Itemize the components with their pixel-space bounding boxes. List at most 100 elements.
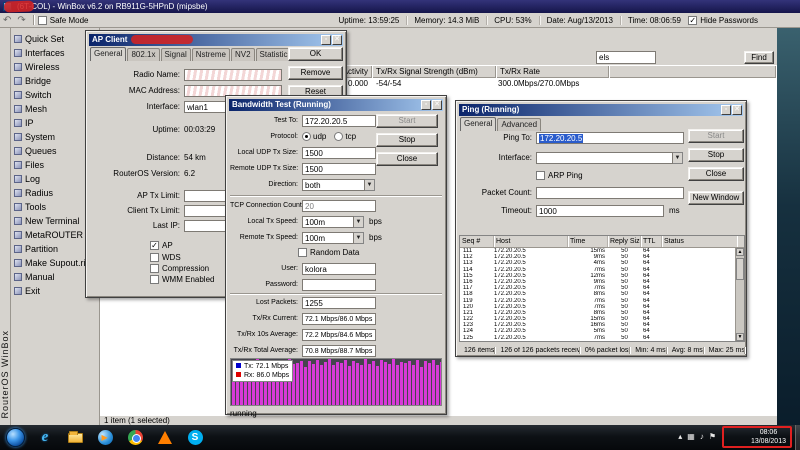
dialog-titlebar[interactable]: AP Client ▫ ✕	[89, 34, 343, 46]
dropdown-arrow-icon[interactable]: ▼	[364, 179, 375, 191]
dropdown-arrow-icon[interactable]: ▼	[353, 216, 364, 228]
dialog-titlebar[interactable]: Ping (Running) ▫ ✕	[459, 104, 743, 116]
media-player-icon[interactable]: ▶	[94, 428, 116, 447]
field-label: Radio Name:	[90, 70, 180, 79]
chrome-icon[interactable]	[124, 428, 146, 447]
tab-advanced[interactable]: Advanced	[497, 118, 541, 131]
timeout-field[interactable]: 1000	[536, 205, 664, 217]
sidebar-item-label: Log	[25, 174, 40, 184]
stop-button[interactable]: Stop	[688, 148, 744, 162]
column-header-tx-rx-rate[interactable]: Tx/Rx Rate	[497, 66, 609, 78]
status-segment: Min: 4 ms	[630, 347, 666, 354]
new-window-button[interactable]: New Window	[688, 191, 744, 205]
scroll-down-icon[interactable]: ▼	[736, 333, 744, 341]
stop-button[interactable]: Stop	[376, 133, 438, 147]
close-icon[interactable]: ✕	[432, 100, 442, 110]
minimize-icon[interactable]: ▫	[721, 105, 731, 115]
wmm-enabled-checkbox[interactable]: WMM Enabled	[150, 275, 214, 284]
password-field[interactable]	[302, 279, 376, 291]
column-header-reply-size[interactable]: Reply Size	[608, 236, 641, 247]
close-icon[interactable]: ✕	[332, 35, 342, 45]
local-tx-speed-field[interactable]: 100m	[302, 216, 354, 228]
find-button[interactable]: Find	[744, 51, 774, 64]
tab-nv2[interactable]: NV2	[231, 48, 255, 61]
dropdown-arrow-icon[interactable]: ▼	[672, 152, 683, 164]
column-header-host[interactable]: Host	[494, 236, 568, 247]
toolbar-combo-fragment[interactable]: els	[596, 51, 656, 64]
radio-name-field[interactable]	[184, 69, 282, 81]
ie-icon[interactable]: e	[34, 428, 56, 447]
compression-checkbox[interactable]: Compression	[150, 264, 209, 273]
safe-mode-checkbox[interactable]: Safe Mode	[38, 16, 89, 25]
minimize-icon[interactable]: ▫	[321, 35, 331, 45]
udp-radio[interactable]	[302, 132, 311, 141]
vlc-icon[interactable]	[154, 428, 176, 447]
show-desktop-button[interactable]	[795, 425, 800, 450]
test-to-field[interactable]: 172.20.20.5	[302, 115, 376, 127]
undo-icon[interactable]: ↶	[0, 14, 14, 27]
start-button[interactable]	[6, 428, 25, 447]
ap-checkbox[interactable]: ✓ AP	[150, 241, 173, 250]
tab-general[interactable]: General	[460, 117, 496, 131]
dialog-titlebar[interactable]: Bandwidth Test (Running) ▫ ✕	[229, 99, 443, 111]
column-header-signal-strength[interactable]: Tx/Rx Signal Strength (dBm)	[373, 66, 496, 78]
main-toolbar: ↶ ↷ Safe Mode Uptime: 13:59:25Memory: 14…	[0, 13, 800, 28]
distance-value: 54 km	[184, 153, 206, 162]
tab-8021x[interactable]: 802.1x	[127, 48, 159, 61]
packet-count-field[interactable]	[536, 187, 684, 199]
tcp-connection-count-field[interactable]: 20	[302, 200, 376, 212]
skype-icon[interactable]: S	[184, 428, 206, 447]
field-label: Tx/Rx Total Average:	[230, 347, 298, 354]
interface-select[interactable]	[536, 152, 673, 164]
tab-signal[interactable]: Signal	[161, 48, 191, 61]
window-titlebar[interactable]: (6T-COL) - WinBox v6.2 on RB911G-5HPnD (…	[0, 0, 800, 13]
direction-select[interactable]: both	[302, 179, 365, 191]
hide-passwords-checkbox[interactable]: ✓ Hide Passwords	[688, 16, 758, 25]
column-header-ttl[interactable]: TTL	[641, 236, 662, 247]
stat-item: Uptime: 13:59:25	[331, 16, 407, 25]
random-data-checkbox[interactable]: Random Data	[298, 248, 359, 257]
tcp-radio[interactable]	[334, 132, 343, 141]
uptime-value: 00:03:29	[184, 125, 215, 134]
remove-button[interactable]: Remove	[288, 66, 343, 80]
close-button[interactable]: Close	[688, 167, 744, 181]
field-row: Timeout: 1000 ms	[460, 204, 680, 217]
remote-tx-speed-field[interactable]: 100m	[302, 232, 354, 244]
tray-volume-icon[interactable]: ♪	[700, 432, 704, 441]
table-row[interactable]: 125 172.20.20.5 7ms 50 64	[460, 335, 735, 341]
column-header-status[interactable]: Status	[662, 236, 737, 247]
field-row: Random Data	[298, 246, 359, 259]
dropdown-arrow-icon[interactable]: ▼	[353, 232, 364, 244]
arp-ping-checkbox[interactable]: ARP Ping	[536, 171, 583, 180]
minimize-icon[interactable]: ▫	[421, 100, 431, 110]
close-button[interactable]: Close	[376, 152, 438, 166]
menu-item-icon	[14, 259, 22, 267]
user-field[interactable]: kolora	[302, 263, 376, 275]
tray-network-icon[interactable]: ▦	[687, 432, 695, 441]
check-icon: ✓	[151, 242, 158, 249]
dialog-status: running	[230, 407, 257, 420]
sidebar-item-label: Bridge	[25, 76, 51, 86]
ok-button[interactable]: OK	[288, 47, 343, 61]
scrollbar-thumb[interactable]	[736, 258, 744, 280]
field-row: Password:	[230, 278, 376, 291]
column-header-seq[interactable]: Seq #	[460, 236, 494, 247]
tray-flag-icon[interactable]: ⚑	[709, 432, 716, 441]
status-segment: 126 of 126 packets received	[495, 347, 579, 354]
vertical-scrollbar[interactable]: ▲ ▼	[735, 248, 744, 341]
folder-icon[interactable]	[64, 428, 86, 447]
local-udp-tx-size-field[interactable]: 1500	[302, 147, 376, 159]
remote-udp-tx-size-field[interactable]: 1500	[302, 163, 376, 175]
scroll-up-icon[interactable]: ▲	[736, 248, 744, 256]
start-button[interactable]: Start	[376, 114, 438, 128]
wds-checkbox[interactable]: WDS	[150, 253, 181, 262]
close-icon[interactable]: ✕	[732, 105, 742, 115]
column-header-time[interactable]: Time	[568, 236, 608, 247]
tab-general[interactable]: General	[90, 47, 126, 61]
tab-nstreme[interactable]: Nstreme	[192, 48, 230, 61]
tray-hidden-icons-arrow[interactable]: ▴	[678, 432, 682, 441]
field-label: RouterOS Version:	[90, 169, 180, 178]
start-button[interactable]: Start	[688, 129, 744, 143]
redo-icon[interactable]: ↷	[14, 14, 28, 27]
ping-to-field[interactable]: 172.20.20.5	[536, 132, 684, 144]
